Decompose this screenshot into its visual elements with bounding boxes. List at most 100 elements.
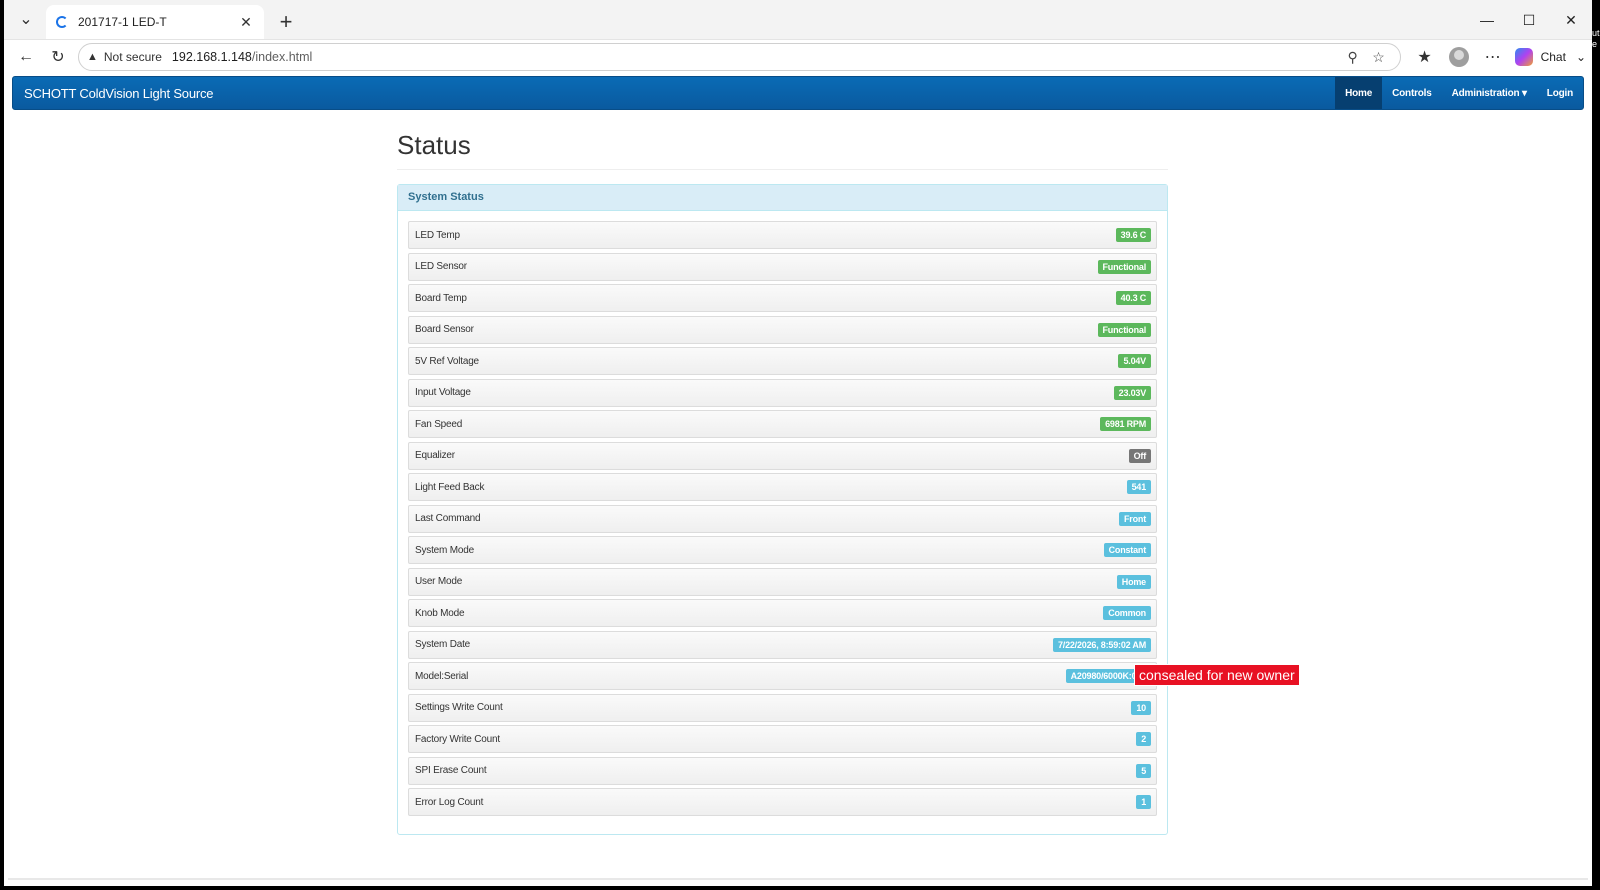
status-badge: Constant [1103,543,1151,557]
status-badge: Common [1103,606,1151,620]
favorite-star-icon[interactable]: ☆ [1366,49,1392,66]
status-label: Settings Write Count [415,702,503,713]
security-status[interactable]: Not secure [104,50,162,64]
nav-link-administration[interactable]: Administration ▾ [1442,77,1537,109]
status-badge: 5 [1136,763,1151,778]
status-label: Equalizer [415,450,455,461]
tab-strip: ⌄ 201717-1 LED-T ✕ + — ☐ ✕ [4,0,1592,40]
status-row: Last Command Front [408,504,1157,533]
status-badge: Off [1128,448,1151,463]
chevron-down-icon: ⌄ [1575,50,1586,64]
url-host: 192.168.1.148 [171,50,252,64]
status-label: Last Command [415,513,481,524]
status-badge: 39.6 C [1115,228,1151,242]
status-row: Model:Serial A20980/6000K:000 [408,662,1157,690]
status-badge: 10 [1131,700,1151,715]
status-label: Knob Mode [415,607,465,619]
status-row: Board Sensor Functional [408,315,1157,344]
status-badge: 7/22/2026, 8:59:02 AM [1052,637,1151,652]
tab-title: 201717-1 LED-T [78,15,167,29]
panel-heading: System Status [398,185,1167,211]
status-badge: 5.04V [1118,354,1151,368]
status-badge: 2 [1136,732,1151,746]
nav-link-login[interactable]: Login [1537,77,1583,109]
chat-label: Chat [1540,50,1566,64]
new-tab-button[interactable]: + [272,8,300,36]
app-navbar: SCHOTT ColdVision Light Source Home Contr… [12,76,1584,110]
status-label: Model:Serial [415,670,469,682]
status-badge: Front [1119,511,1151,526]
close-window-button[interactable]: ✕ [1550,0,1592,40]
profile-avatar[interactable] [1448,47,1469,67]
browser-tab[interactable]: 201717-1 LED-T ✕ [46,5,264,39]
system-status-panel: System Status LED Temp 39.6 C LED Sensor Fu… [397,184,1168,835]
status-label: 5V Ref Voltage [415,355,479,367]
edge-text: ut e [1592,28,1600,49]
status-label: System Mode [415,544,474,556]
status-badge: 23.03V [1113,385,1151,400]
address-toolbar: ← ↻ ▲ Not secure 192.168.1.148/index.htm… [4,40,1592,74]
more-menu-icon[interactable]: ⋯ [1477,43,1509,71]
web-page: SCHOTT ColdVision Light Source Home Contr… [8,74,1588,882]
status-label: Board Sensor [415,324,474,335]
tab-search-button[interactable]: ⌄ [10,5,42,33]
status-label: Light Feed Back [415,481,485,493]
back-button[interactable]: ← [10,43,42,71]
status-badge: Functional [1097,259,1151,274]
status-label: Board Temp [415,292,467,304]
status-badge: 1 [1136,795,1151,809]
status-row: LED Sensor Functional [408,252,1157,281]
copilot-icon [1514,48,1533,66]
brand-link[interactable]: SCHOTT ColdVision Light Source [24,86,1335,101]
status-badge: 6981 RPM [1100,417,1151,431]
status-label: Error Log Count [415,796,484,808]
status-label: LED Temp [415,229,460,241]
status-row: 5V Ref Voltage 5.04V [408,347,1157,375]
status-row: System Mode Constant [408,536,1157,564]
minimize-button[interactable]: — [1466,0,1508,40]
status-badge: Home [1116,574,1151,589]
horizontal-scrollbar[interactable] [8,878,1588,880]
reload-button[interactable]: ↻ [42,43,74,71]
status-row: User Mode Home [408,567,1157,596]
status-label: System Date [415,639,471,650]
window-controls: — ☐ ✕ [1466,0,1592,40]
status-label: Input Voltage [415,387,471,398]
status-row: Settings Write Count 10 [408,693,1157,722]
browser-window: ⌄ 201717-1 LED-T ✕ + — ☐ ✕ ← ↻ ▲ Not sec… [4,0,1592,886]
status-row: Error Log Count 1 [408,788,1157,816]
favorites-icon[interactable]: ★ [1409,43,1441,71]
nav-link-home[interactable]: Home [1335,77,1383,109]
status-badge: Functional [1097,322,1151,337]
status-row: Input Voltage 23.03V [408,378,1157,407]
url-path: /index.html [251,50,313,64]
status-row: Factory Write Count 2 [408,725,1157,753]
loading-spinner-icon [56,16,68,28]
status-row: Equalizer Off [408,441,1157,470]
status-label: User Mode [415,576,463,587]
status-row: Light Feed Back 541 [408,473,1157,501]
status-row: Board Temp 40.3 C [408,284,1157,312]
copilot-chat-button[interactable]: Chat ⌄ [1514,48,1586,66]
redaction-label: consealed for new owner [1134,664,1300,686]
status-badge: 40.3 C [1115,291,1151,305]
status-row: System Date 7/22/2026, 8:59:02 AM [408,630,1157,659]
status-label: Factory Write Count [415,733,500,745]
maximize-button[interactable]: ☐ [1508,0,1550,40]
chevron-down-icon: ⌄ [19,11,33,28]
warning-icon: ▲ [87,51,98,63]
nav-link-controls[interactable]: Controls [1382,77,1442,109]
status-row: Knob Mode Common [408,599,1157,627]
status-row: SPI Erase Count 5 [408,756,1157,785]
status-row: Fan Speed 6981 RPM [408,410,1157,438]
status-container: Status System Status LED Temp 39.6 C LED S… [397,130,1168,835]
status-label: SPI Erase Count [415,765,487,776]
close-icon[interactable]: ✕ [238,14,254,30]
nav-links: Home Controls Administration ▾ Login [1335,77,1583,109]
status-label: LED Sensor [415,261,467,272]
address-bar[interactable]: ▲ Not secure 192.168.1.148/index.html ⚲ … [78,43,1401,71]
zoom-icon[interactable]: ⚲ [1340,49,1366,66]
status-label: Fan Speed [415,418,463,430]
status-badge: 541 [1126,480,1151,494]
status-row: LED Temp 39.6 C [408,221,1157,249]
